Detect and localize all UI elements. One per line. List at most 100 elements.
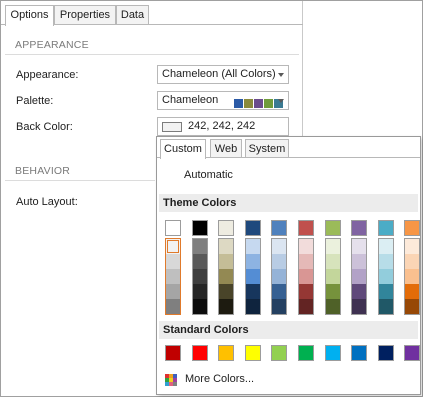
theme-shade-swatch[interactable]: [246, 284, 260, 299]
theme-shade-swatch[interactable]: [246, 239, 260, 254]
back-color-combo[interactable]: 242, 242, 242: [157, 117, 289, 136]
theme-shade-column: [351, 238, 367, 315]
theme-shade-swatch[interactable]: [219, 239, 233, 254]
tab-properties[interactable]: Properties: [54, 5, 116, 25]
theme-shade-swatch[interactable]: [272, 239, 286, 254]
theme-shade-swatch[interactable]: [405, 269, 419, 284]
theme-color-swatch[interactable]: [271, 220, 287, 236]
standard-color-swatch[interactable]: [298, 345, 314, 361]
standard-color-swatch[interactable]: [404, 345, 420, 361]
theme-shade-swatch[interactable]: [352, 284, 366, 299]
theme-shade-swatch[interactable]: [326, 299, 340, 314]
chevron-down-icon: [278, 73, 284, 77]
theme-shade-swatch[interactable]: [166, 269, 180, 284]
standard-color-swatch[interactable]: [271, 345, 287, 361]
tab-web[interactable]: Web: [210, 139, 242, 158]
theme-shade-swatch[interactable]: [246, 299, 260, 314]
theme-color-swatch[interactable]: [351, 220, 367, 236]
theme-shade-column: [192, 238, 208, 315]
theme-shade-swatch[interactable]: [379, 239, 393, 254]
theme-shade-swatch[interactable]: [193, 284, 207, 299]
theme-colors-header: Theme Colors: [159, 194, 418, 212]
theme-shade-swatch[interactable]: [219, 269, 233, 284]
theme-shade-column: [378, 238, 394, 315]
palette-combo[interactable]: Chameleon: [157, 91, 289, 110]
standard-color-swatch[interactable]: [165, 345, 181, 361]
theme-shade-swatch[interactable]: [379, 284, 393, 299]
theme-shade-column: [298, 238, 314, 315]
standard-color-swatch[interactable]: [351, 345, 367, 361]
theme-shade-swatch[interactable]: [405, 254, 419, 269]
theme-shade-swatch[interactable]: [379, 269, 393, 284]
theme-shade-swatch[interactable]: [246, 269, 260, 284]
theme-color-swatch[interactable]: [378, 220, 394, 236]
palette-preview: [234, 96, 284, 109]
back-color-label: Back Color:: [16, 121, 73, 133]
theme-shade-swatch[interactable]: [219, 284, 233, 299]
automatic-option[interactable]: Automatic: [184, 169, 233, 181]
theme-shade-swatch[interactable]: [405, 239, 419, 254]
theme-shade-swatch[interactable]: [299, 254, 313, 269]
standard-color-swatch[interactable]: [245, 345, 261, 361]
standard-color-swatch[interactable]: [378, 345, 394, 361]
palette-color-square: [234, 99, 243, 108]
theme-shade-swatch[interactable]: [272, 269, 286, 284]
theme-shade-swatch[interactable]: [219, 254, 233, 269]
theme-shade-swatch[interactable]: [299, 239, 313, 254]
theme-shade-swatch[interactable]: [272, 284, 286, 299]
theme-shade-swatch[interactable]: [166, 299, 180, 314]
theme-shade-swatch[interactable]: [405, 299, 419, 314]
theme-shade-swatch[interactable]: [299, 269, 313, 284]
theme-shade-swatch[interactable]: [299, 284, 313, 299]
theme-color-swatch[interactable]: [298, 220, 314, 236]
standard-colors-header: Standard Colors: [159, 321, 418, 339]
theme-shade-swatch[interactable]: [352, 269, 366, 284]
theme-shade-swatch[interactable]: [246, 254, 260, 269]
theme-color-swatch[interactable]: [404, 220, 420, 236]
theme-shade-swatch[interactable]: [326, 254, 340, 269]
theme-shade-swatch[interactable]: [193, 239, 207, 254]
section-appearance-title: APPEARANCE: [15, 39, 89, 51]
theme-shade-swatch[interactable]: [193, 269, 207, 284]
standard-color-swatch[interactable]: [218, 345, 234, 361]
standard-color-swatch[interactable]: [192, 345, 208, 361]
back-color-swatch: [162, 122, 182, 132]
standard-color-swatch[interactable]: [325, 345, 341, 361]
appearance-combo[interactable]: Chameleon (All Colors): [157, 65, 289, 84]
theme-shade-swatch[interactable]: [193, 254, 207, 269]
tab-custom[interactable]: Custom: [160, 139, 206, 159]
theme-shade-swatch[interactable]: [272, 254, 286, 269]
theme-color-swatch[interactable]: [192, 220, 208, 236]
theme-shade-swatch[interactable]: [379, 254, 393, 269]
theme-shade-swatch[interactable]: [352, 299, 366, 314]
theme-color-swatch[interactable]: [325, 220, 341, 236]
palette-color-square: [264, 99, 273, 108]
theme-shade-swatch[interactable]: [193, 299, 207, 314]
color-picker-popup: Custom Web System Automatic Theme Colors…: [156, 136, 421, 395]
theme-shade-swatch[interactable]: [352, 254, 366, 269]
palette-value: Chameleon: [162, 94, 219, 106]
theme-color-swatch[interactable]: [165, 220, 181, 236]
theme-shade-swatch[interactable]: [166, 284, 180, 299]
theme-shade-column: [245, 238, 261, 315]
theme-color-swatch[interactable]: [218, 220, 234, 236]
theme-color-swatch[interactable]: [245, 220, 261, 236]
more-colors-label: More Colors...: [185, 373, 255, 385]
theme-shade-swatch[interactable]: [219, 299, 233, 314]
theme-shade-swatch[interactable]: [299, 299, 313, 314]
theme-shade-swatch[interactable]: [166, 239, 180, 254]
theme-shade-swatch[interactable]: [326, 269, 340, 284]
theme-shade-swatch[interactable]: [326, 284, 340, 299]
theme-shade-swatch[interactable]: [272, 299, 286, 314]
color-palette-icon: [165, 374, 177, 386]
theme-shade-swatch[interactable]: [352, 239, 366, 254]
tab-options[interactable]: Options: [5, 5, 54, 26]
theme-shade-swatch[interactable]: [379, 299, 393, 314]
theme-shade-swatch[interactable]: [405, 284, 419, 299]
tab-system[interactable]: System: [245, 139, 289, 158]
appearance-label: Appearance:: [16, 69, 79, 81]
theme-shade-column: [218, 238, 234, 315]
theme-shade-swatch[interactable]: [326, 239, 340, 254]
tab-data[interactable]: Data: [116, 5, 149, 25]
theme-shade-swatch[interactable]: [166, 254, 180, 269]
